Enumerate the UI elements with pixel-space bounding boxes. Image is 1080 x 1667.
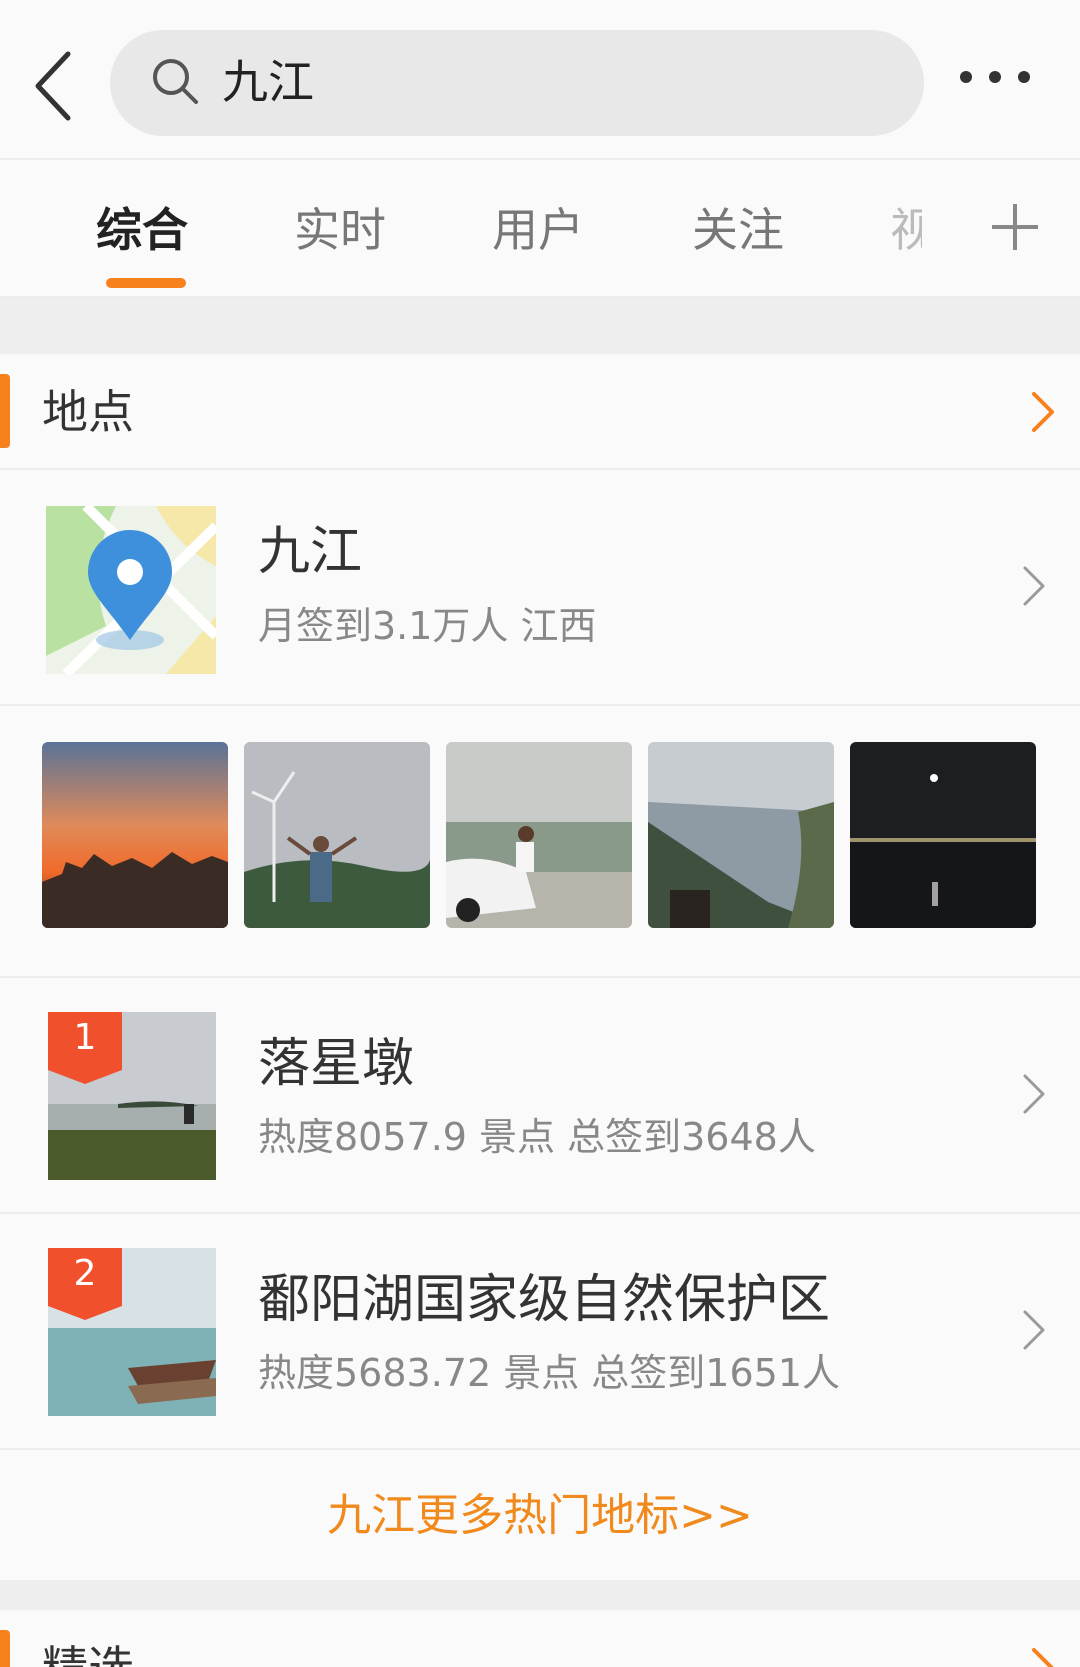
section-accent-bar [0,1630,10,1667]
more-landmarks-link[interactable]: 九江更多热门地标>> [0,1452,1080,1578]
more-landmarks-text[interactable]: 九江更多热门地标>> [327,1488,753,1544]
chevron-right-icon [1023,1074,1045,1114]
landmark-row-1[interactable]: 1 落星墩 热度8057.9 景点 总签到3648人 [0,978,1080,1214]
tab-realtime[interactable]: 实时 [294,200,386,260]
section-title: 地点 [42,385,134,439]
section-title: 精选 [42,1638,134,1667]
place-card-jiujiang[interactable]: 九江 月签到3.1万人 江西 [0,470,1080,706]
more-options-icon[interactable] [960,68,1050,98]
landmark-subtitle: 热度5683.72 景点 总签到1651人 [258,1351,841,1395]
map-pin-icon [46,506,216,674]
rank-number: 1 [73,1017,97,1058]
mountain-valley-photo[interactable] [648,742,834,928]
section-divider [0,1580,1080,1610]
tab-video-partial[interactable]: 视 [890,200,922,260]
search-icon [153,59,198,104]
section-header-featured[interactable]: 精选 [0,1612,1080,1667]
top-bar: 九江 [0,0,1080,160]
section-accent-bar [0,374,10,448]
section-divider [0,298,1080,354]
rank-number: 2 [73,1253,97,1294]
wind-turbine-photo[interactable] [244,742,430,928]
car-lake-photo[interactable] [446,742,632,928]
section-header-places[interactable]: 地点 [0,356,1080,470]
night-lake-photo[interactable] [850,742,1036,928]
place-name: 九江 [258,522,363,582]
photo-strip [0,706,1080,978]
sunset-city-photo[interactable] [42,742,228,928]
tab-comprehensive[interactable]: 综合 [96,200,188,260]
place-subtitle: 月签到3.1万人 江西 [258,604,597,648]
landmark-name: 鄱阳湖国家级自然保护区 [258,1270,831,1330]
chevron-right-icon[interactable] [1028,1646,1058,1667]
active-tab-indicator [106,278,186,288]
back-arrow-icon[interactable] [30,46,90,126]
chevron-right-icon[interactable] [1028,390,1058,434]
tab-bar: 综合 实时 用户 关注 视 [0,160,1080,298]
search-bar[interactable]: 九江 [110,30,924,136]
landmark-subtitle: 热度8057.9 景点 总签到3648人 [258,1115,816,1159]
add-tab-icon[interactable] [988,200,1042,254]
chevron-right-icon [1023,1310,1045,1350]
tab-following[interactable]: 关注 [692,200,784,260]
search-query[interactable]: 九江 [222,52,314,112]
chevron-right-icon [1023,566,1045,606]
landmark-row-2[interactable]: 2 鄱阳湖国家级自然保护区 热度5683.72 景点 总签到1651人 [0,1214,1080,1450]
landmark-name: 落星墩 [258,1034,415,1094]
tab-users[interactable]: 用户 [492,200,584,260]
